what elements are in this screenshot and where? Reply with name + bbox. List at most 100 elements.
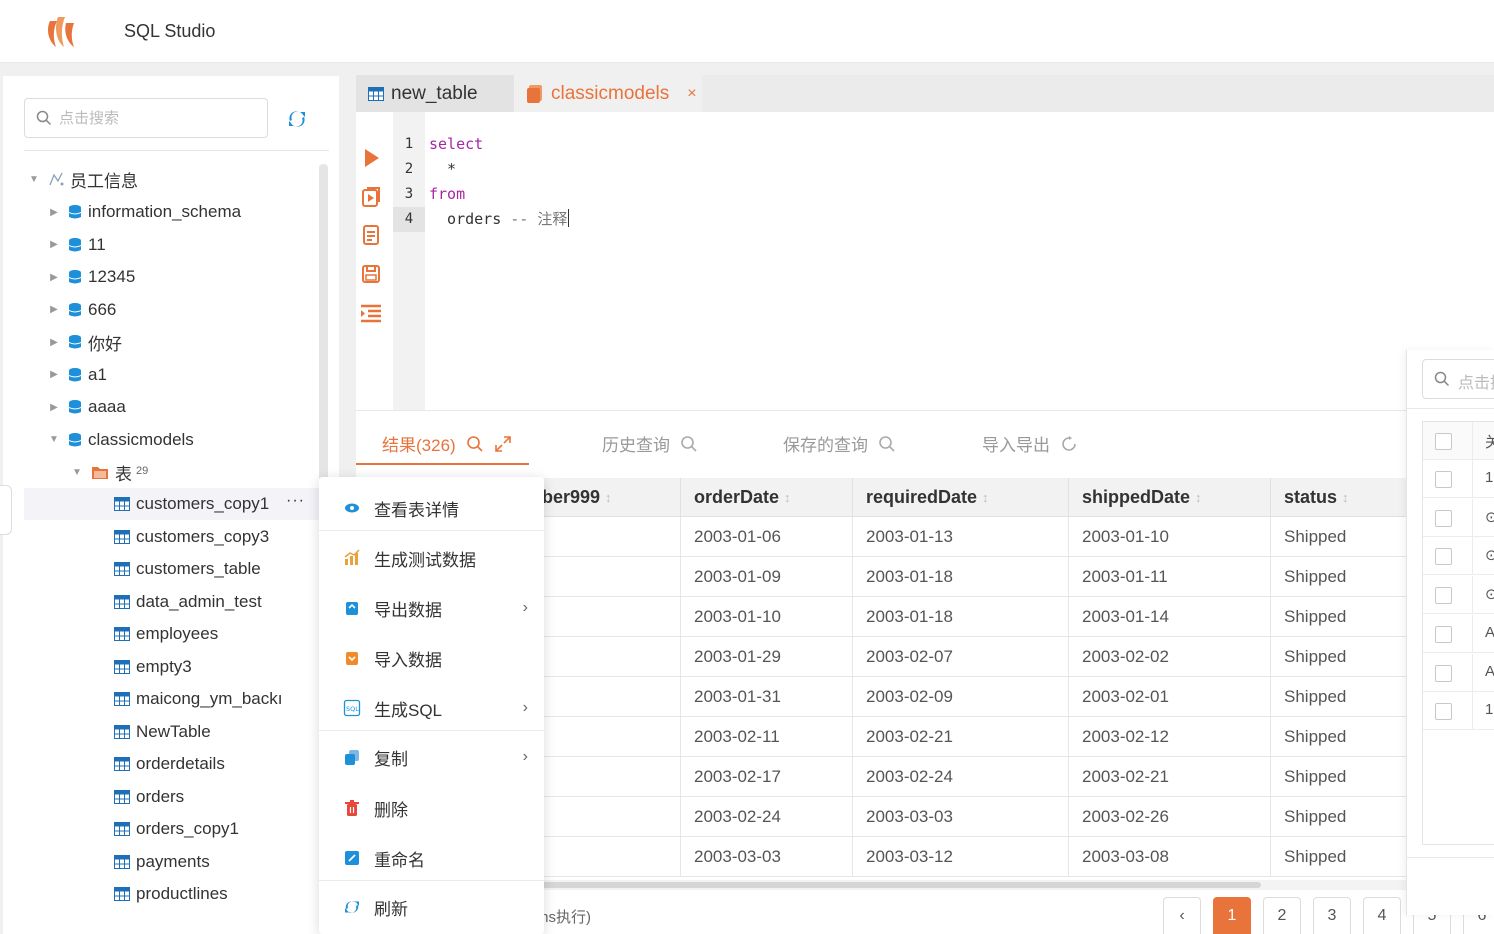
tree-item[interactable]: ▼ 表 29 xyxy=(71,456,148,488)
caret-icon[interactable]: ▶ xyxy=(48,402,60,413)
context-menu-item[interactable]: 复制 › xyxy=(319,732,544,782)
context-menu-item[interactable]: 导出数据 › xyxy=(319,583,544,633)
result-tabs: 结果(326) 历史查询 保存的查询 导入导出 xyxy=(356,410,1406,478)
tab-history[interactable]: 历史查询 xyxy=(602,431,698,456)
tree-item[interactable]: employees xyxy=(94,618,218,650)
caret-icon[interactable]: ▼ xyxy=(48,434,60,445)
scroll-thumb[interactable] xyxy=(536,882,1261,888)
row-checkbox[interactable] xyxy=(1435,471,1452,488)
context-menu-item[interactable]: 生成测试数据 xyxy=(319,533,544,583)
page-button[interactable]: 1 xyxy=(1213,897,1251,934)
sort-icon[interactable]: ↕ xyxy=(1195,490,1202,505)
sort-icon[interactable]: ↕ xyxy=(784,490,791,505)
context-menu-item[interactable]: 删除 xyxy=(319,783,544,833)
caret-icon[interactable]: ▶ xyxy=(48,239,60,250)
explain-icon[interactable] xyxy=(359,223,383,247)
tree-item[interactable]: ▶ a1 xyxy=(48,359,107,391)
search-icon[interactable] xyxy=(466,435,484,453)
tree-item[interactable]: data_admin_test xyxy=(94,586,262,618)
tree-item[interactable]: ▶ 11 xyxy=(48,229,106,261)
caret-icon[interactable]: ▶ xyxy=(48,272,60,283)
more-options-icon[interactable]: ··· xyxy=(286,492,305,510)
column-header[interactable]: requiredDate ↕ xyxy=(853,478,1069,517)
panel-row[interactable]: A xyxy=(1423,614,1494,653)
tree-item[interactable]: maicong_ym_backı xyxy=(94,683,282,715)
close-icon[interactable]: × xyxy=(687,85,696,103)
panel-row[interactable]: ⊙ xyxy=(1423,498,1494,537)
search-input[interactable] xyxy=(59,107,259,129)
tab-results[interactable]: 结果(326) xyxy=(382,431,512,456)
select-all-checkbox[interactable] xyxy=(1435,433,1452,450)
tree-item[interactable]: customers_table xyxy=(94,553,261,585)
right-panel-search[interactable]: 点击搜 xyxy=(1422,359,1494,399)
caret-icon[interactable]: ▶ xyxy=(48,337,60,348)
column-header[interactable]: shippedDate ↕ xyxy=(1069,478,1271,517)
column-header[interactable]: status ↕ xyxy=(1271,478,1406,517)
tree-item[interactable]: productlines xyxy=(94,878,228,910)
page-button[interactable]: 3 xyxy=(1313,897,1351,934)
tree-item[interactable]: empty3 xyxy=(94,651,192,683)
row-checkbox[interactable] xyxy=(1435,548,1452,566)
column-separator xyxy=(1472,653,1473,692)
prev-page-button[interactable]: ‹ xyxy=(1163,897,1201,934)
run-selected-icon[interactable] xyxy=(359,185,383,209)
caret-icon[interactable]: ▼ xyxy=(71,467,83,478)
panel-row[interactable]: 1 xyxy=(1423,460,1494,498)
tree-item[interactable]: customers_copy3 xyxy=(94,521,269,553)
context-menu-item[interactable]: 查看表详情 xyxy=(319,483,544,533)
tree-item[interactable]: payments xyxy=(94,846,210,878)
row-checkbox[interactable] xyxy=(1435,625,1452,643)
tree-item[interactable]: ▶ 你好 xyxy=(48,326,122,358)
page-button[interactable]: 4 xyxy=(1363,897,1401,934)
caret-icon[interactable]: ▼ xyxy=(28,174,40,185)
save-icon[interactable] xyxy=(359,262,383,286)
expand-icon[interactable] xyxy=(494,435,512,453)
tree-item[interactable]: ▶ 666 xyxy=(48,294,116,326)
table-icon xyxy=(114,627,130,641)
refresh-icon[interactable] xyxy=(285,107,309,131)
panel-row[interactable]: A xyxy=(1423,653,1494,692)
tree-item[interactable]: ▼ classicmodels xyxy=(48,424,194,456)
panel-row[interactable]: ⊙ xyxy=(1423,576,1494,615)
tree-item[interactable]: orderdetails xyxy=(94,748,225,780)
panel-row[interactable]: ⊙ xyxy=(1423,537,1494,576)
editor-toolbar xyxy=(356,112,392,410)
run-icon[interactable] xyxy=(359,146,383,170)
sort-icon[interactable]: ↕ xyxy=(982,490,989,505)
tab-classicmodels[interactable]: classicmodels × xyxy=(514,75,702,112)
sql-editor[interactable]: 1 2 3 4 select * from orders -- 注释 xyxy=(356,112,1494,410)
code-line: orders -- 注释 xyxy=(429,207,570,232)
tab-saved[interactable]: 保存的查询 xyxy=(783,431,896,456)
context-menu-item[interactable]: 重命名 xyxy=(319,833,544,883)
sort-icon[interactable]: ↕ xyxy=(1342,490,1349,505)
row-checkbox[interactable] xyxy=(1435,587,1452,605)
tab-import-export[interactable]: 导入导出 xyxy=(982,431,1078,456)
row-checkbox[interactable] xyxy=(1435,664,1452,682)
sort-icon[interactable]: ↕ xyxy=(605,490,612,505)
page-button[interactable]: 2 xyxy=(1263,897,1301,934)
tree-item[interactable]: orders_copy1 xyxy=(94,813,239,845)
tree-item[interactable]: ▼ 员工信息 xyxy=(28,163,138,195)
tree-item-label: orders xyxy=(136,786,185,806)
collapse-handle[interactable] xyxy=(0,485,12,535)
caret-icon[interactable]: ▶ xyxy=(48,369,60,380)
caret-icon[interactable]: ▶ xyxy=(48,207,60,218)
context-menu-item[interactable]: SQL 生成SQL › xyxy=(319,683,544,733)
sidebar-search[interactable] xyxy=(24,98,268,138)
table-cell: Shipped xyxy=(1284,607,1347,626)
column-header[interactable]: orderDate ↕ xyxy=(681,478,853,517)
tree-item[interactable]: customers_copy1 xyxy=(24,488,319,520)
tree-item[interactable]: NewTable xyxy=(94,716,211,748)
tree-item[interactable]: ▶ information_schema xyxy=(48,196,241,228)
tab-new-table[interactable]: new_table xyxy=(356,75,514,112)
context-menu-item[interactable]: 导入数据 xyxy=(319,633,544,683)
tree-item[interactable]: ▶ aaaa xyxy=(48,391,126,423)
tree-item[interactable]: orders xyxy=(94,781,184,813)
row-checkbox[interactable] xyxy=(1435,703,1452,721)
panel-row[interactable]: 1 xyxy=(1423,692,1494,731)
tree-item[interactable]: ▶ 12345 xyxy=(48,261,135,293)
row-checkbox[interactable] xyxy=(1435,509,1452,527)
context-menu-item[interactable]: 刷新 xyxy=(319,882,544,932)
format-icon[interactable] xyxy=(359,301,383,325)
caret-icon[interactable]: ▶ xyxy=(48,304,60,315)
